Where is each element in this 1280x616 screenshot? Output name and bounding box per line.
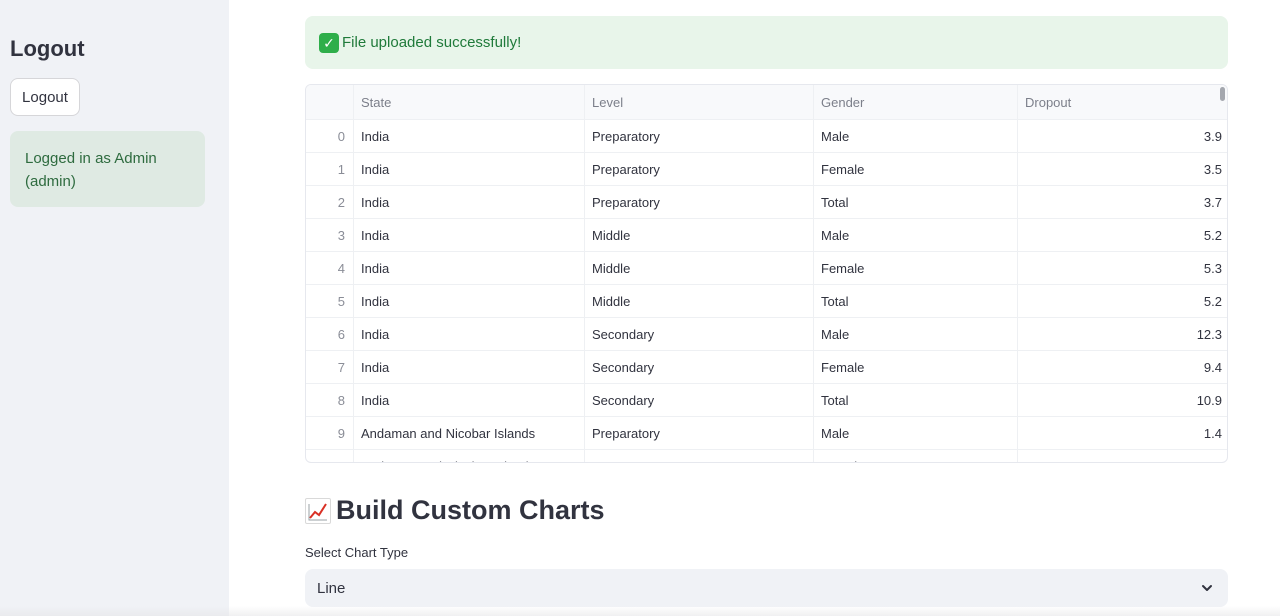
cell-dropout[interactable]: 3.7 bbox=[1018, 186, 1227, 218]
row-index[interactable]: 2 bbox=[306, 186, 354, 218]
cell-level[interactable]: Secondary bbox=[585, 318, 814, 350]
cell-level[interactable]: Preparatory bbox=[585, 450, 814, 462]
cell-dropout[interactable]: 1.4 bbox=[1018, 417, 1227, 449]
cell-level[interactable]: Preparatory bbox=[585, 186, 814, 218]
table-row[interactable]: 6 India Secondary Male 12.3 bbox=[306, 318, 1227, 351]
index-header bbox=[306, 85, 354, 119]
table-row[interactable]: 1 India Preparatory Female 3.5 bbox=[306, 153, 1227, 186]
login-status-info: Logged in as Admin (admin) bbox=[10, 131, 205, 207]
row-index[interactable]: 7 bbox=[306, 351, 354, 383]
cell-level[interactable]: Secondary bbox=[585, 384, 814, 416]
table-row[interactable]: 5 India Middle Total 5.2 bbox=[306, 285, 1227, 318]
table-row[interactable]: 7 India Secondary Female 9.4 bbox=[306, 351, 1227, 384]
cell-gender[interactable]: Total bbox=[814, 384, 1018, 416]
data-table[interactable]: State Level Gender Dropout 0 India Prepara… bbox=[305, 84, 1228, 463]
row-index[interactable]: 3 bbox=[306, 219, 354, 251]
row-index[interactable]: 4 bbox=[306, 252, 354, 284]
cell-gender[interactable]: Male bbox=[814, 417, 1018, 449]
cell-gender[interactable]: Total bbox=[814, 186, 1018, 218]
cell-level[interactable]: Middle bbox=[585, 285, 814, 317]
cell-state[interactable]: India bbox=[354, 384, 585, 416]
cell-gender[interactable]: Female bbox=[814, 450, 1018, 462]
row-index[interactable]: 0 bbox=[306, 120, 354, 152]
column-header-state[interactable]: State bbox=[354, 85, 585, 119]
cell-state[interactable]: India bbox=[354, 252, 585, 284]
column-header-gender[interactable]: Gender bbox=[814, 85, 1018, 119]
success-alert: ✓ File uploaded successfully! bbox=[305, 16, 1228, 69]
cell-state[interactable]: India bbox=[354, 318, 585, 350]
cell-dropout[interactable]: 9.4 bbox=[1018, 351, 1227, 383]
cell-gender[interactable]: Female bbox=[814, 351, 1018, 383]
row-index[interactable]: 1 bbox=[306, 153, 354, 185]
cell-dropout[interactable]: 12.3 bbox=[1018, 318, 1227, 350]
cell-dropout[interactable] bbox=[1018, 450, 1227, 462]
cell-level[interactable]: Preparatory bbox=[585, 417, 814, 449]
cell-state[interactable]: India bbox=[354, 219, 585, 251]
table-row[interactable]: 9 Andaman and Nicobar Islands Preparatory M… bbox=[306, 417, 1227, 450]
chart-type-label: Select Chart Type bbox=[305, 545, 409, 560]
cell-level[interactable]: Preparatory bbox=[585, 120, 814, 152]
row-index[interactable]: 5 bbox=[306, 285, 354, 317]
check-mark-icon: ✓ bbox=[319, 32, 339, 53]
cell-dropout[interactable]: 5.2 bbox=[1018, 285, 1227, 317]
table-row[interactable]: 0 India Preparatory Male 3.9 bbox=[306, 120, 1227, 153]
sidebar: Logout Logout Logged in as Admin (admin) bbox=[0, 0, 229, 616]
cell-gender[interactable]: Female bbox=[814, 153, 1018, 185]
cell-gender[interactable]: Female bbox=[814, 252, 1018, 284]
cell-gender[interactable]: Male bbox=[814, 219, 1018, 251]
table-row[interactable]: 3 India Middle Male 5.2 bbox=[306, 219, 1227, 252]
main-content: ✓ File uploaded successfully! State Leve… bbox=[229, 0, 1280, 616]
table-row[interactable]: 4 India Middle Female 5.3 bbox=[306, 252, 1227, 285]
cell-state[interactable]: Andaman and Nicobar Islands bbox=[354, 417, 585, 449]
cell-state[interactable]: India bbox=[354, 351, 585, 383]
cell-dropout[interactable]: 3.9 bbox=[1018, 120, 1227, 152]
cell-dropout[interactable]: 5.3 bbox=[1018, 252, 1227, 284]
cell-state[interactable]: Andaman and Nicobar Islands bbox=[354, 450, 585, 462]
row-index[interactable]: 10 bbox=[306, 450, 354, 462]
cell-level[interactable]: Secondary bbox=[585, 351, 814, 383]
column-header-dropout[interactable]: Dropout bbox=[1018, 85, 1227, 119]
bottom-edge bbox=[0, 606, 1280, 616]
row-index[interactable]: 6 bbox=[306, 318, 354, 350]
row-index[interactable]: 8 bbox=[306, 384, 354, 416]
cell-gender[interactable]: Male bbox=[814, 318, 1018, 350]
cell-dropout[interactable]: 5.2 bbox=[1018, 219, 1227, 251]
table-row[interactable]: 10Andaman and Nicobar IslandsPreparatory… bbox=[306, 450, 1227, 462]
cell-state[interactable]: India bbox=[354, 120, 585, 152]
cell-gender[interactable]: Total bbox=[814, 285, 1018, 317]
column-header-level[interactable]: Level bbox=[585, 85, 814, 119]
table-row[interactable]: 8 India Secondary Total 10.9 bbox=[306, 384, 1227, 417]
chart-type-selected-value: Line bbox=[317, 579, 346, 597]
row-index[interactable]: 9 bbox=[306, 417, 354, 449]
cell-state[interactable]: India bbox=[354, 153, 585, 185]
cell-level[interactable]: Preparatory bbox=[585, 153, 814, 185]
cell-state[interactable]: India bbox=[354, 186, 585, 218]
cell-level[interactable]: Middle bbox=[585, 252, 814, 284]
cell-dropout[interactable]: 3.5 bbox=[1018, 153, 1227, 185]
section-title-text: Build Custom Charts bbox=[336, 495, 605, 525]
chart-type-select[interactable]: Line bbox=[305, 569, 1228, 607]
cell-level[interactable]: Middle bbox=[585, 219, 814, 251]
logout-button[interactable]: Logout bbox=[10, 78, 80, 116]
table-row[interactable]: 2 India Preparatory Total 3.7 bbox=[306, 186, 1227, 219]
table-header-row: State Level Gender Dropout bbox=[306, 85, 1227, 120]
chart-increasing-icon bbox=[305, 497, 331, 524]
sidebar-heading: Logout bbox=[10, 36, 85, 61]
cell-state[interactable]: India bbox=[354, 285, 585, 317]
section-title: Build Custom Charts bbox=[305, 495, 605, 526]
cell-gender[interactable]: Male bbox=[814, 120, 1018, 152]
success-message: File uploaded successfully! bbox=[342, 34, 522, 51]
cell-dropout[interactable]: 10.9 bbox=[1018, 384, 1227, 416]
chevron-down-icon bbox=[1202, 585, 1212, 591]
table-scrollbar[interactable] bbox=[1220, 87, 1225, 101]
